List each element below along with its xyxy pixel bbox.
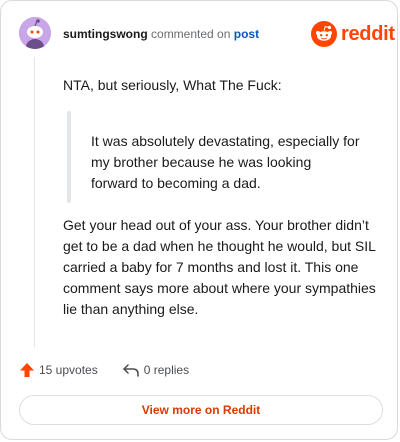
commented-on-text: commented on (151, 27, 231, 41)
snoo-avatar-icon (19, 17, 51, 49)
reddit-logo-icon (311, 21, 337, 47)
comment-embed-card: sumtingswong commented on post reddit NT… (0, 0, 398, 440)
reply-count: 0 replies (143, 363, 190, 377)
comment-header: sumtingswong commented on post (63, 27, 259, 41)
username[interactable]: sumtingswong (63, 27, 148, 41)
comment-actions: 15 upvotes 0 replies (19, 359, 189, 381)
blockquote-bar (67, 111, 71, 203)
replies-button[interactable]: 0 replies (122, 362, 189, 378)
blockquote-text: It was absolutely devastating, especiall… (91, 133, 360, 191)
upvote-button[interactable]: 15 upvotes (19, 362, 98, 378)
upvote-arrow-icon (20, 363, 34, 377)
comment-intro: NTA, but seriously, What The Fuck: (63, 77, 282, 93)
comment-reply-text: Get your head out of your ass. Your brot… (63, 217, 376, 317)
view-more-on-reddit-button[interactable]: View more on Reddit (19, 395, 383, 425)
reddit-logo[interactable]: reddit (311, 21, 395, 47)
reddit-wordmark: reddit (341, 22, 395, 45)
post-link[interactable]: post (234, 27, 259, 41)
upvote-count: 15 upvotes (39, 363, 98, 377)
reply-arrow-icon (122, 364, 139, 377)
thread-line (34, 57, 35, 347)
avatar[interactable] (19, 17, 51, 49)
